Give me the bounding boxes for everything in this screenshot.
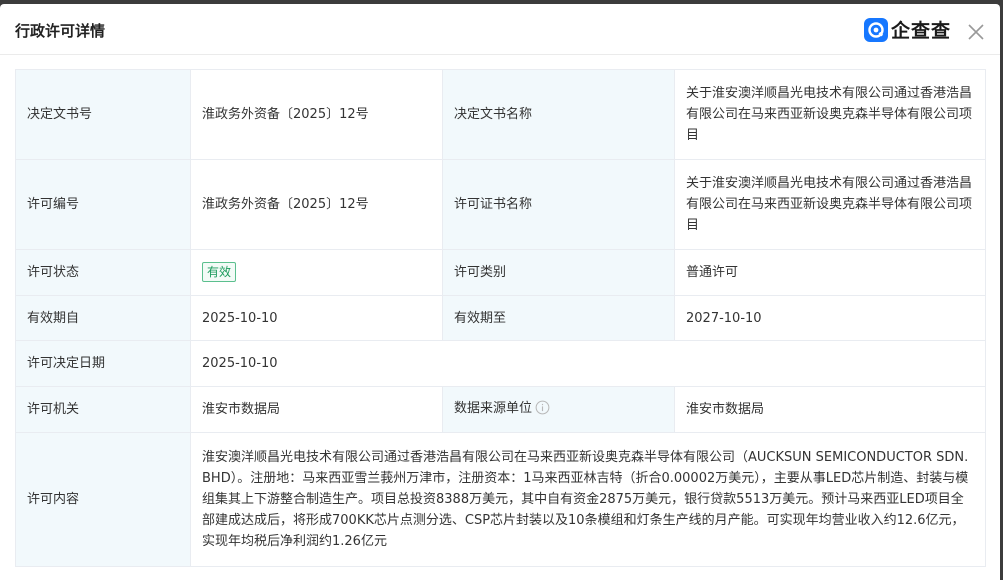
data-source-label-cell: 数据来源单位 bbox=[442, 386, 675, 433]
license-name-label: 许可证书名称 bbox=[442, 159, 675, 250]
table-row: 决定文书号 淮政务外资备〔2025〕12号 决定文书名称 关于淮安澳洋顺昌光电技… bbox=[15, 69, 986, 160]
category-label: 许可类别 bbox=[442, 249, 675, 296]
table-row: 有效期自 2025-10-10 有效期至 2027-10-10 bbox=[15, 295, 986, 341]
table-row: 许可编号 淮政务外资备〔2025〕12号 许可证书名称 关于淮安澳洋顺昌光电技术… bbox=[15, 159, 986, 250]
valid-from-label: 有效期自 bbox=[15, 295, 191, 341]
license-detail-table: 决定文书号 淮政务外资备〔2025〕12号 决定文书名称 关于淮安澳洋顺昌光电技… bbox=[15, 69, 986, 567]
authority-value: 淮安市数据局 bbox=[190, 386, 443, 433]
brand-logo: 企查查 bbox=[864, 16, 951, 43]
table-row: 许可机关 淮安市数据局 数据来源单位 淮安市数据局 bbox=[15, 386, 986, 433]
license-detail-dialog: 行政许可详情 企查查 决定文书号 淮政务外资备〔2025〕12号 决定文书名称 bbox=[0, 4, 1000, 580]
license-no-value: 淮政务外资备〔2025〕12号 bbox=[190, 159, 443, 250]
qcc-logo-icon bbox=[864, 17, 888, 42]
status-badge: 有效 bbox=[202, 262, 237, 282]
close-icon[interactable] bbox=[966, 22, 986, 42]
table-row: 许可状态 有效 许可类别 普通许可 bbox=[15, 249, 986, 296]
data-source-value: 淮安市数据局 bbox=[674, 386, 986, 433]
brand-name: 企查查 bbox=[891, 20, 952, 42]
decision-no-value: 淮政务外资备〔2025〕12号 bbox=[190, 69, 443, 160]
valid-to-value: 2027-10-10 bbox=[674, 295, 986, 341]
authority-label: 许可机关 bbox=[15, 386, 191, 433]
decision-no-label: 决定文书号 bbox=[15, 69, 191, 160]
valid-to-label: 有效期至 bbox=[442, 295, 675, 341]
dialog-header: 行政许可详情 企查查 bbox=[0, 4, 1000, 55]
data-source-label: 数据来源单位 bbox=[454, 400, 533, 416]
license-name-value: 关于淮安澳洋顺昌光电技术有限公司通过香港浩昌有限公司在马来西亚新设奥克森半导体有… bbox=[674, 159, 986, 250]
content-label: 许可内容 bbox=[15, 432, 191, 567]
category-value: 普通许可 bbox=[674, 249, 986, 296]
license-no-label: 许可编号 bbox=[15, 159, 191, 250]
dialog-title: 行政许可详情 bbox=[15, 22, 106, 40]
decision-name-value: 关于淮安澳洋顺昌光电技术有限公司通过香港浩昌有限公司在马来西亚新设奥克森半导体有… bbox=[674, 69, 986, 160]
content-value: 淮安澳洋顺昌光电技术有限公司通过香港浩昌有限公司在马来西亚新设奥克森半导体有限公… bbox=[190, 432, 986, 567]
table-row: 许可内容 淮安澳洋顺昌光电技术有限公司通过香港浩昌有限公司在马来西亚新设奥克森半… bbox=[15, 432, 986, 567]
table-row: 许可决定日期 2025-10-10 bbox=[15, 340, 986, 387]
valid-from-value: 2025-10-10 bbox=[190, 295, 443, 341]
info-icon[interactable] bbox=[535, 400, 550, 422]
status-label: 许可状态 bbox=[15, 249, 191, 296]
decision-name-label: 决定文书名称 bbox=[442, 69, 675, 160]
status-cell: 有效 bbox=[190, 249, 443, 296]
decision-date-label: 许可决定日期 bbox=[15, 340, 191, 387]
decision-date-value: 2025-10-10 bbox=[190, 340, 986, 387]
